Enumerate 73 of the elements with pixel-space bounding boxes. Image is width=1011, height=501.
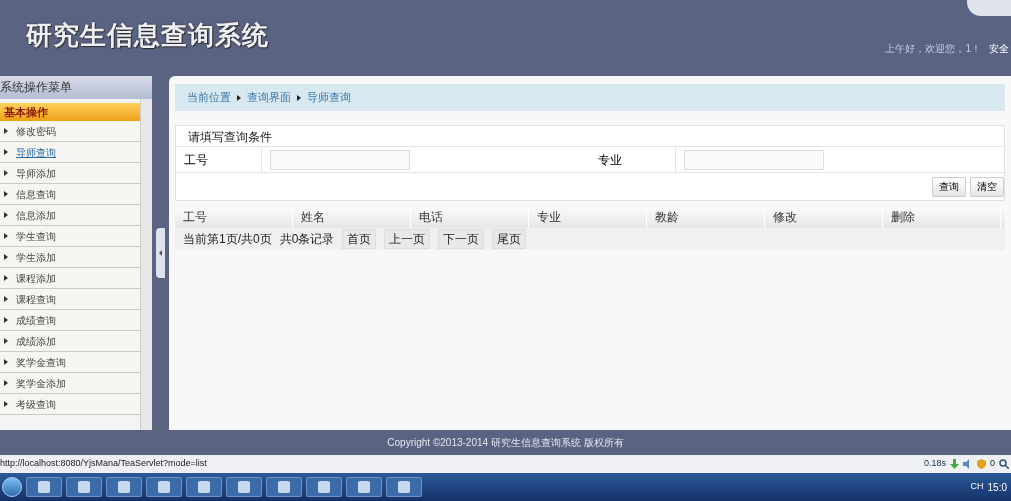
taskbar-app-icon[interactable] — [106, 477, 142, 497]
arrow-icon — [237, 94, 241, 101]
language-indicator[interactable]: CH — [970, 480, 984, 494]
start-button[interactable] — [2, 477, 22, 497]
form-title: 请填写查询条件 — [187, 129, 273, 146]
taskbar-app-icon[interactable] — [346, 477, 382, 497]
arrow-icon — [4, 296, 8, 302]
search-icon[interactable] — [999, 459, 1009, 469]
arrow-icon — [4, 254, 8, 260]
security-link[interactable]: 安全 — [989, 41, 1009, 56]
sidebar-title: 系统操作菜单 — [0, 76, 152, 99]
menu-item[interactable]: 奖学金添加 — [0, 373, 140, 394]
taskbar-app-icon[interactable] — [26, 477, 62, 497]
text-input[interactable] — [270, 149, 410, 170]
arrow-icon — [4, 338, 8, 344]
timing-text: 0.18s — [923, 457, 946, 471]
arrow-icon — [4, 149, 8, 155]
menu-item[interactable]: 课程添加 — [0, 268, 140, 289]
menu-group-header[interactable]: 基本操作 — [0, 103, 140, 121]
count-text: 0 — [990, 457, 995, 471]
breadcrumb-link[interactable]: 查询界面 — [247, 89, 291, 106]
download-arrow-icon[interactable] — [950, 459, 959, 469]
breadcrumb-link[interactable]: 导师查询 — [307, 89, 351, 106]
menu-item[interactable]: 成绩查询 — [0, 310, 140, 331]
pager-button[interactable]: 首页 — [342, 229, 377, 249]
page-info: 当前第1页/共0页 — [183, 231, 272, 248]
greeting-text: 上午好，欢迎您，1！ — [885, 42, 981, 56]
arrow-icon — [4, 380, 8, 386]
menu-item[interactable]: 学生查询 — [0, 226, 140, 247]
taskbar-app-icon[interactable] — [146, 477, 182, 497]
arrow-icon — [4, 359, 8, 365]
arrow-icon — [4, 128, 8, 134]
field-label: 专业 — [590, 147, 676, 172]
arrow-icon — [4, 191, 8, 197]
menu-item[interactable]: 奖学金查询 — [0, 352, 140, 373]
menu-item[interactable]: 导师添加 — [0, 163, 140, 184]
collapse-handle[interactable] — [155, 228, 165, 278]
status-url: http://localhost:8080/YjsMana/TeaServlet?mode=list — [0, 457, 207, 471]
arrow-icon — [4, 212, 8, 218]
pager-button[interactable]: 上一页 — [384, 229, 431, 249]
arrow-icon — [297, 94, 301, 101]
arrow-icon — [4, 317, 8, 323]
system-title: 研究生信息查询系统 — [26, 18, 269, 52]
taskbar-app-icon[interactable] — [226, 477, 262, 497]
menu-item[interactable]: 考级查询 — [0, 394, 140, 415]
menu-item[interactable]: 成绩添加 — [0, 331, 140, 352]
arrow-icon — [4, 170, 8, 176]
record-count: 共0条记录 — [279, 231, 335, 248]
taskbar-app-icon[interactable] — [306, 477, 342, 497]
field-label: 工号 — [176, 147, 262, 172]
menu-item[interactable]: 修改密码 — [0, 121, 140, 142]
taskbar-app-icon[interactable] — [186, 477, 222, 497]
corner-tab[interactable] — [967, 0, 1011, 16]
taskbar-app-icon[interactable] — [386, 477, 422, 497]
form-button[interactable]: 清空 — [970, 176, 1004, 197]
form-button[interactable]: 查询 — [932, 176, 966, 197]
clock-text[interactable]: 15:0 — [987, 479, 1009, 495]
pager-button[interactable]: 尾页 — [492, 229, 527, 249]
arrow-icon — [4, 233, 8, 239]
menu-item[interactable]: 导师查询 — [0, 142, 140, 163]
menu-item[interactable]: 课程查询 — [0, 289, 140, 310]
arrow-icon — [4, 401, 8, 407]
taskbar-app-icon[interactable] — [66, 477, 102, 497]
taskbar-app-icon[interactable] — [266, 477, 302, 497]
shield-icon[interactable] — [977, 459, 986, 469]
text-input[interactable] — [684, 149, 824, 170]
arrow-icon — [4, 275, 8, 281]
breadcrumb-link[interactable]: 当前位置 — [187, 89, 231, 106]
menu-item[interactable]: 信息添加 — [0, 205, 140, 226]
menu-item[interactable]: 信息查询 — [0, 184, 140, 205]
left-arrow-icon — [158, 250, 162, 256]
pager-button[interactable]: 下一页 — [438, 229, 485, 249]
menu-item[interactable]: 学生添加 — [0, 247, 140, 268]
